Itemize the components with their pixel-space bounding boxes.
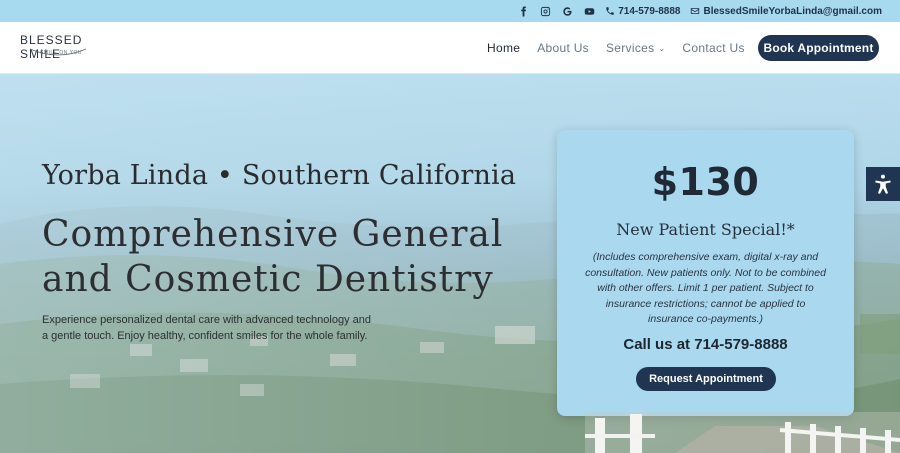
accessibility-button[interactable] <box>866 167 900 201</box>
nav-contact[interactable]: Contact Us <box>682 41 744 55</box>
top-contact-bar: 714-579-8888 BlessedSmileYorbaLinda@gmai… <box>0 0 900 22</box>
phone-number: 714-579-8888 <box>618 5 681 17</box>
google-icon[interactable] <box>561 5 573 17</box>
instagram-icon[interactable] <box>539 5 551 17</box>
offer-call-text[interactable]: Call us at 714-579-8888 <box>557 336 854 353</box>
email-contact[interactable]: BlessedSmileYorbaLinda@gmail.com <box>690 6 882 17</box>
chevron-down-icon: ⌄ <box>658 43 666 53</box>
book-appointment-button[interactable]: Book Appointment <box>758 35 879 61</box>
logo-tagline: SMILE ON YOU <box>40 50 83 56</box>
nav-services-label: Services <box>605 41 655 55</box>
envelope-icon <box>691 8 700 14</box>
offer-headline: New Patient Special!* <box>616 220 795 239</box>
facebook-icon[interactable] <box>517 5 529 17</box>
hero-description: Experience personalized dental care with… <box>42 314 371 342</box>
phone-icon <box>606 7 614 15</box>
fence-image <box>585 412 900 453</box>
accessibility-icon <box>875 174 891 194</box>
logo[interactable]: BLESSED SMILE SMILE ON YOU <box>20 33 106 63</box>
nav-services[interactable]: Services ⌄ <box>606 41 665 55</box>
hero-location: Yorba Linda • Southern California <box>42 160 517 191</box>
offer-price: $130 <box>651 160 760 204</box>
site-header: BLESSED SMILE SMILE ON YOU Home About Us… <box>0 22 900 74</box>
offer-fineprint: (Includes comprehensive exam, digital x-… <box>585 251 826 325</box>
email-address: BlessedSmileYorbaLinda@gmail.com <box>703 5 882 17</box>
new-patient-offer-card: $130 New Patient Special!* (Includes com… <box>557 130 854 416</box>
nav-about[interactable]: About Us <box>537 41 589 55</box>
nav-home[interactable]: Home <box>487 41 520 55</box>
hero-section: Yorba Linda • Southern California Compre… <box>0 74 900 453</box>
youtube-icon[interactable] <box>583 5 595 17</box>
request-appointment-button[interactable]: Request Appointment <box>636 367 776 391</box>
phone-contact[interactable]: 714-579-8888 <box>605 6 680 17</box>
main-nav: Home About Us Services ⌄ Contact Us <box>487 22 762 74</box>
hero-heading: Comprehensive General and Cosmetic Denti… <box>42 214 504 300</box>
